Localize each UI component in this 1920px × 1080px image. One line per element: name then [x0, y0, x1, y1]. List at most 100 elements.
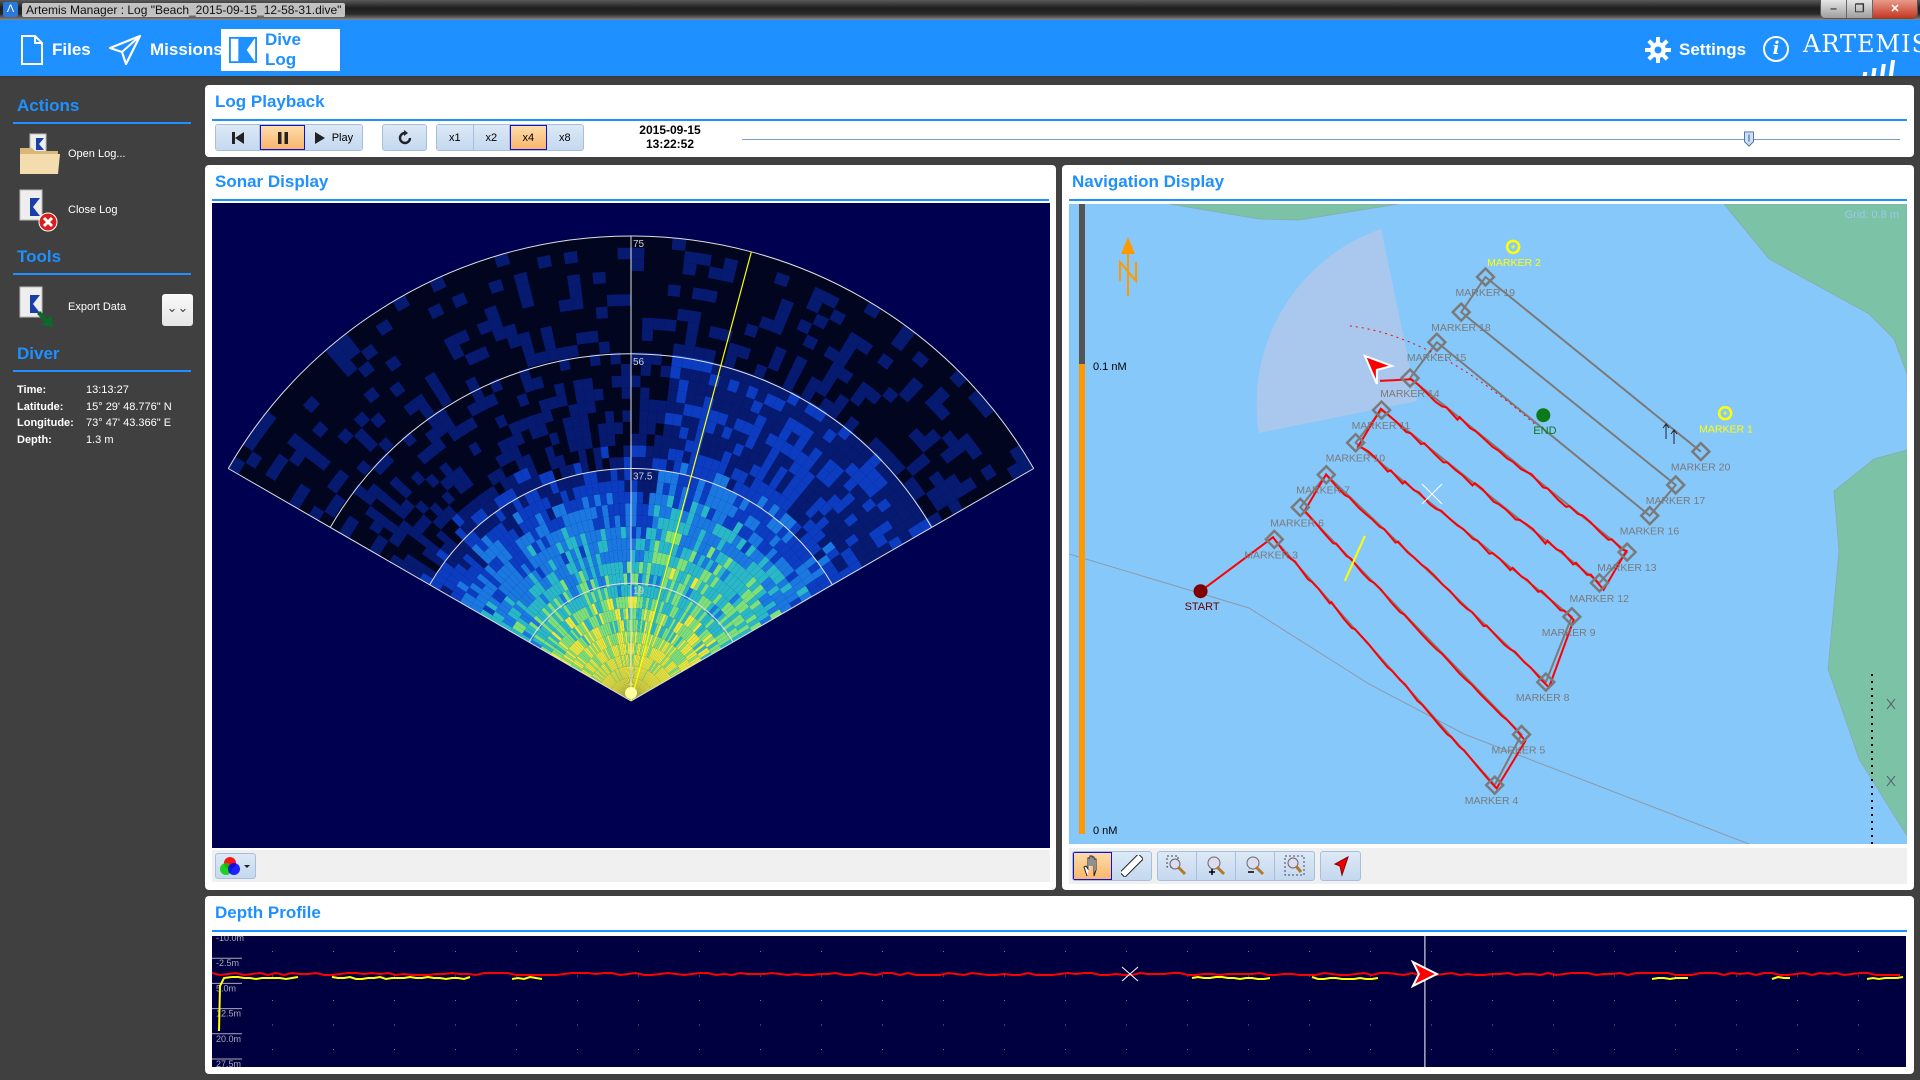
tab-files-label: Files [52, 40, 91, 59]
waypoint-label: MARKER 6 [1270, 517, 1324, 529]
open-log-button[interactable]: Open Log... [18, 132, 126, 176]
grid-dot [1736, 1000, 1737, 1001]
grid-dot [1492, 1024, 1493, 1026]
sonar-display[interactable]: 75 56 37.5 19 [212, 203, 1050, 848]
grid-dot [943, 975, 944, 977]
speed-x1-button[interactable]: x1 [437, 125, 474, 150]
grid-dot [821, 1049, 822, 1050]
waypoint-marker: MARKER 17 [1646, 474, 1706, 507]
grid-dot [760, 951, 761, 952]
zoom-in-icon [1207, 856, 1226, 876]
grid-dot [943, 1024, 944, 1026]
close-button[interactable]: ✕ [1873, 0, 1917, 18]
grid-dot [455, 1049, 456, 1050]
grid-dot [1187, 1024, 1188, 1026]
grid-dot [577, 1049, 578, 1050]
speed-x2-button[interactable]: x2 [473, 125, 510, 150]
diver-time-label: Time: [17, 384, 47, 396]
grid-dot [638, 951, 639, 952]
sonar-origin [625, 687, 637, 699]
grid-dot [577, 1000, 578, 1001]
close-log-label: Close Log [68, 204, 118, 216]
pause-button[interactable] [260, 125, 305, 150]
zoom-region-button[interactable] [1158, 852, 1197, 880]
follow-diver-icon [1333, 855, 1349, 877]
grid-dot [577, 975, 578, 977]
export-icon [18, 285, 62, 329]
speed-x8-button[interactable]: x8 [546, 125, 583, 150]
zoom-fit-icon [1284, 855, 1304, 876]
artemis-icon: Λ [3, 2, 18, 17]
measure-tool-button[interactable] [1112, 852, 1151, 880]
close-log-button[interactable]: Close Log [18, 188, 118, 232]
tools-more-button[interactable]: ⌄⌄ [162, 294, 193, 326]
grid-dot [1187, 1000, 1188, 1001]
sonar-range-label: 19 [633, 586, 645, 597]
depth-profile-divider [212, 930, 1907, 932]
minimize-button[interactable]: ‒ [1821, 0, 1847, 18]
playback-slider-thumb[interactable] [1743, 131, 1755, 147]
grid-dot [699, 1049, 700, 1050]
tab-files[interactable]: Files [12, 29, 99, 71]
grid-dot [394, 1024, 395, 1026]
diver-longitude-value: 73° 47' 43.366" E [86, 417, 172, 429]
scale-bar-dark [1079, 204, 1085, 364]
tab-dive-log[interactable]: Dive Log [221, 29, 340, 71]
north-arrow-icon [1119, 237, 1137, 296]
play-button[interactable]: Play [304, 125, 362, 150]
grid-dot [882, 1000, 883, 1001]
diver-depth-label: Depth: [17, 433, 52, 446]
diver-latitude-row: Latitude: 15° 29' 48.776" N [17, 399, 172, 416]
grid-dot [1492, 975, 1493, 977]
grid-dot [1797, 1024, 1798, 1026]
zoom-out-button[interactable] [1236, 852, 1275, 880]
grid-dot [882, 1049, 883, 1050]
palette-button[interactable] [215, 853, 256, 879]
track-gap-segment [1343, 535, 1366, 582]
diver-depth-row: Depth: 1.3 m [17, 432, 172, 449]
grid-dot [1431, 1000, 1432, 1001]
open-log-label: Open Log... [68, 148, 126, 160]
follow-diver-button[interactable] [1321, 852, 1360, 880]
export-data-button[interactable]: Export Data [18, 285, 126, 329]
playback-datetime: 2015-09-15 13:22:52 [620, 123, 720, 151]
sonar-coverage [1256, 229, 1417, 433]
rewind-button[interactable] [216, 125, 261, 150]
tab-missions[interactable]: Missions [100, 29, 231, 71]
grid-dot [1126, 1024, 1127, 1026]
waypoint-marker: MARKER 7 [1296, 464, 1350, 497]
open-folder-icon [18, 132, 62, 176]
grid-dot [272, 975, 273, 977]
grid-dot [638, 1049, 639, 1050]
waypoint-marker: MARKER 6 [1270, 497, 1324, 529]
info-icon[interactable]: i [1763, 36, 1789, 62]
waypoint-label: MARKER 17 [1646, 495, 1706, 507]
restore-button[interactable]: ❐ [1847, 0, 1873, 18]
pan-tool-button[interactable] [1073, 852, 1112, 880]
play-icon [314, 131, 325, 144]
waypoint-label: MARKER 13 [1597, 562, 1657, 574]
color-palette-icon [220, 857, 250, 875]
navigation-divider [1069, 199, 1907, 201]
close-log-icon [18, 188, 62, 232]
navigation-map[interactable]: MARKER 3 MARKER 4 MARKER 5 MARKER 6 MARKER 7… [1069, 204, 1907, 844]
depth-axis-label: 20.0m [216, 1034, 241, 1044]
waypoint-label: MARKER 7 [1296, 485, 1350, 497]
seabed-depth-line [511, 975, 543, 981]
grid-dot [1248, 975, 1249, 977]
playback-slider[interactable] [742, 131, 1900, 147]
poi-cross [1511, 244, 1516, 249]
waypoint-label: MARKER 18 [1431, 322, 1491, 334]
dive-log-icon [229, 36, 257, 64]
grid-dot [1858, 951, 1859, 952]
grid-dot [1736, 975, 1737, 977]
loop-button[interactable] [382, 124, 427, 151]
diver-heading: Diver [17, 344, 60, 363]
settings-button[interactable]: Settings [1645, 37, 1746, 63]
depth-profile-plot[interactable]: -10.0m -2.5m 5.0m 12.5m 20.0m 27.5m [212, 936, 1906, 1067]
zoom-fit-button[interactable] [1275, 852, 1314, 880]
grid-dot [272, 1024, 273, 1026]
zoom-in-button[interactable] [1197, 852, 1236, 880]
speed-x4-button[interactable]: x4 [510, 125, 547, 150]
seabed-depth-line [331, 975, 471, 981]
